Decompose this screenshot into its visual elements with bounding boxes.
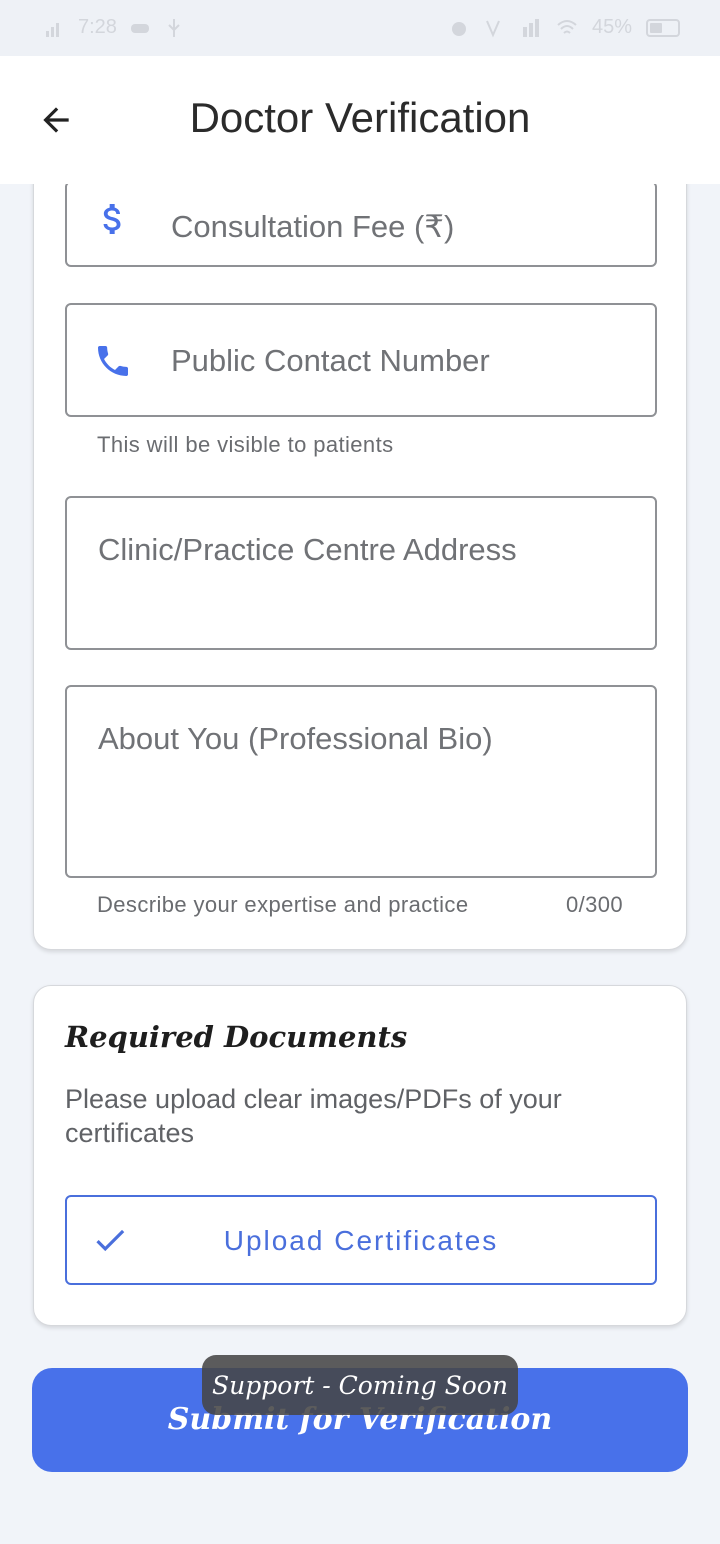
status-left: 7:28 [44,16,185,39]
toast-text: Support - Coming Soon [212,1370,508,1400]
contact-number-placeholder: Public Contact Number [171,343,490,378]
battery-icon [646,18,680,37]
status-bar: 7:28 45% [0,0,720,56]
details-form-card: Consultation Fee (₹) Public Contact Numb… [33,150,687,950]
battery-percent: 45% [591,16,632,38]
game-controller-icon [129,17,151,39]
status-right: 45% [448,16,680,39]
toast-message: Support - Coming Soon [202,1355,518,1415]
dollar-icon [91,197,135,241]
documents-title: Required Documents [65,1020,408,1054]
consultation-fee-field[interactable]: Consultation Fee (₹) [65,181,657,267]
status-time: 7:28 [78,16,117,38]
volte-icon [484,17,506,39]
page-title: Doctor Verification [189,94,531,141]
professional-bio-placeholder: About You (Professional Bio) [98,721,493,756]
professional-bio-field[interactable]: About You (Professional Bio) [65,685,657,878]
consultation-fee-placeholder: Consultation Fee (₹) [171,209,455,244]
upload-certificates-button[interactable]: Upload Certificates [65,1195,657,1285]
signal-icon [44,17,66,39]
bio-char-counter: 0/300 [565,892,623,917]
contact-number-field[interactable]: Public Contact Number [65,303,657,417]
bio-helper: Describe your expertise and practice [97,892,469,917]
upload-certificates-label: Upload Certificates [223,1225,499,1256]
clinic-address-field[interactable]: Clinic/Practice Centre Address [65,496,657,650]
documents-description: Please upload clear images/PDFs of your … [65,1084,562,1148]
wifi-icon [556,17,578,39]
documents-card: Required Documents Please upload clear i… [33,985,687,1326]
clinic-address-placeholder: Clinic/Practice Centre Address [98,532,517,567]
usb-icon [163,17,185,39]
contact-number-helper: This will be visible to patients [97,432,394,457]
app-bar: Doctor Verification [0,56,720,184]
alarm-icon [448,17,470,39]
phone-icon [91,339,135,383]
data-signal-icon [520,17,542,39]
